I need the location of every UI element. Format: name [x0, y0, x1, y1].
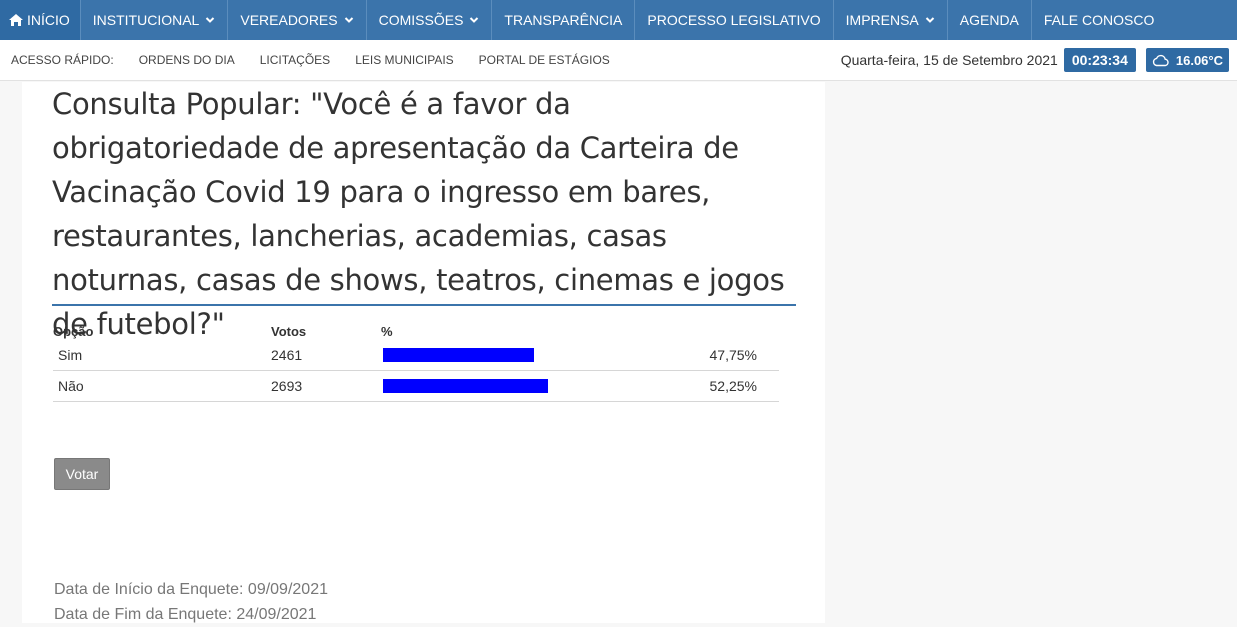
nav-item-label: Vereadores — [240, 12, 338, 28]
percent-bar — [383, 348, 534, 362]
nav-item-label: Institucional — [92, 12, 200, 28]
table-header: Opção Votos % — [53, 322, 779, 340]
quick-link-licitacoes[interactable]: Licitações — [260, 53, 330, 67]
quick-access-bar: Acesso Rápido: Ordens do Dia Licitações … — [0, 40, 1237, 81]
option-label: Sim — [58, 347, 83, 363]
option-label: Não — [58, 378, 84, 394]
nav-item-imprensa[interactable]: Imprensa — [834, 0, 948, 40]
table-row: Sim 2461 47,75% — [53, 340, 779, 371]
nav-item-label: Transparência — [504, 12, 623, 28]
temperature: 16.06°C — [1175, 52, 1223, 68]
table-row: Não 2693 52,25% — [53, 371, 779, 402]
nav-item-label: Imprensa — [845, 12, 919, 28]
percent-bar — [383, 379, 548, 393]
quick-access-label: Acesso Rápido: — [11, 53, 114, 67]
poll-panel: Consulta Popular: "Você é a favor da obr… — [22, 82, 825, 623]
nav-item-label: Processo Legislativo — [647, 12, 821, 28]
header-percent: % — [381, 323, 393, 339]
date-time-weather: Quarta-feira, 15 de Setembro 2021 00:23:… — [841, 48, 1229, 72]
percent-value: 52,25% — [709, 378, 757, 394]
vote-count: 2693 — [271, 378, 303, 394]
header-votes: Votos — [271, 323, 307, 339]
poll-results-table: Opção Votos % Sim 2461 47,75% Não 2693 5… — [53, 322, 779, 402]
poll-title: Consulta Popular: "Você é a favor da obr… — [52, 87, 785, 341]
nav-item-inicio[interactable]: Início — [0, 0, 81, 40]
quick-link-portal-de-estagios[interactable]: Portal de Estágios — [479, 53, 610, 67]
nav-item-label: Agenda — [959, 12, 1019, 28]
nav-item-fale-conosco[interactable]: Fale Conosco — [1032, 0, 1166, 40]
home-icon — [9, 14, 23, 26]
percent-value: 47,75% — [709, 347, 757, 363]
weather-badge: 16.06°C — [1145, 48, 1229, 72]
cloud-icon — [1152, 54, 1169, 67]
chevron-down-icon — [470, 17, 479, 23]
nav-item-vereadores[interactable]: Vereadores — [228, 0, 367, 40]
nav-item-label: Comissões — [378, 12, 464, 28]
nav-item-transparencia[interactable]: Transparência — [492, 0, 636, 40]
poll-end-date: Data de Fim da Enquete: 24/09/2021 — [54, 606, 317, 623]
vote-count: 2461 — [271, 347, 303, 363]
header-option: Opção — [53, 323, 94, 339]
nav-item-institucional[interactable]: Institucional — [81, 0, 229, 40]
nav-item-label: Fale Conosco — [1043, 12, 1155, 28]
current-date: Quarta-feira, 15 de Setembro 2021 — [840, 52, 1058, 68]
poll-dates: Data de Início da Enquete: 09/09/2021 Da… — [54, 577, 328, 627]
current-time: 00:23:34 — [1063, 48, 1136, 72]
nav-item-label: Início — [27, 12, 70, 28]
chevron-down-icon — [925, 17, 934, 23]
nav-item-processo-legislativo[interactable]: Processo Legislativo — [635, 0, 834, 40]
nav-item-comissoes[interactable]: Comissões — [367, 0, 493, 40]
chevron-down-icon — [344, 17, 353, 23]
chevron-down-icon — [206, 17, 215, 23]
poll-start-date: Data de Início da Enquete: 09/09/2021 — [54, 581, 328, 598]
title-divider — [52, 304, 796, 306]
nav-item-agenda[interactable]: Agenda — [948, 0, 1032, 40]
main-nav: Início Institucional Vereadores Comissõe… — [0, 0, 1237, 40]
vote-button[interactable]: Votar — [54, 458, 110, 490]
quick-link-leis-municipais[interactable]: Leis Municipais — [355, 53, 453, 67]
quick-link-ordens-do-dia[interactable]: Ordens do Dia — [139, 53, 235, 67]
